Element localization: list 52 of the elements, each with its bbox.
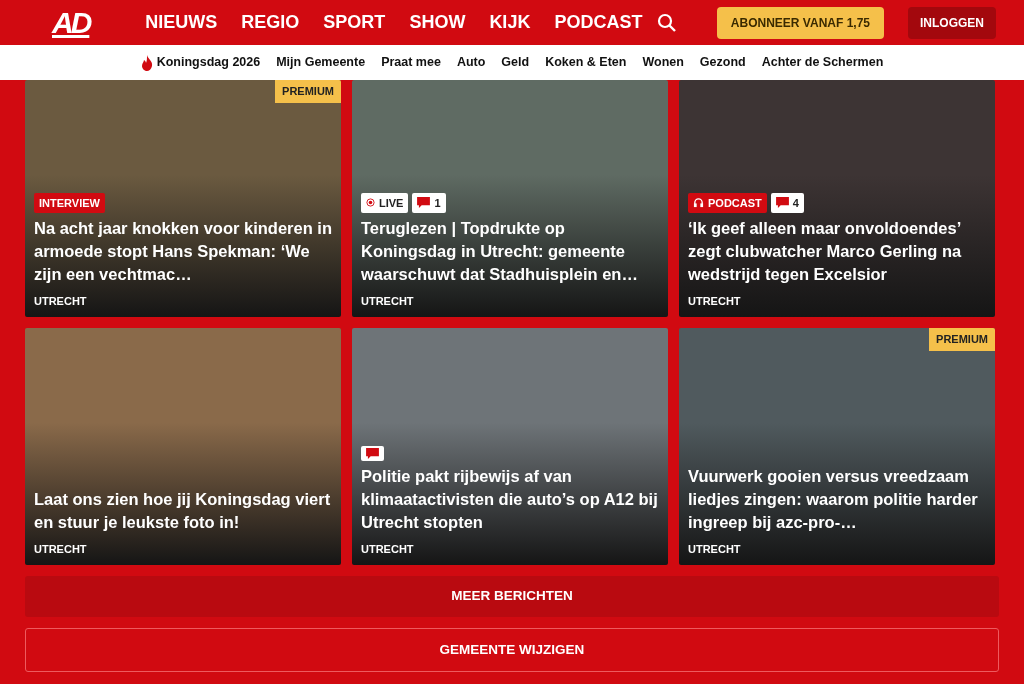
comment-count: 1 bbox=[434, 195, 441, 211]
article-location: UTRECHT bbox=[34, 293, 88, 309]
headphones-icon bbox=[693, 197, 704, 209]
subscribe-button[interactable]: ABONNEER VANAF 1,75 bbox=[716, 6, 884, 39]
comment-count: 4 bbox=[792, 195, 799, 211]
article-card[interactable]: Laat ons zien hoe jij Koningsdag viert en stuur je leukste foto in! UTRECHT bbox=[25, 328, 341, 565]
article-location: UTRECHT bbox=[688, 293, 742, 309]
subnav-link[interactable]: Wonen bbox=[642, 53, 684, 72]
subnav-link[interactable]: Gezond bbox=[699, 53, 746, 72]
premium-label: PREMIUM bbox=[275, 80, 341, 103]
nav-link[interactable]: PODCAST bbox=[554, 9, 643, 36]
subnav-link[interactable]: Koningsdag 2026 bbox=[156, 53, 261, 72]
article-card[interactable]: PREMIUM INTERVIEW Na acht jaar knokken voor kinderen in armoede stopt Hans Spekman: ‘We zijn een vechtmac… UTRECHT bbox=[25, 80, 341, 317]
article-title[interactable]: Teruglezen | Topdrukte op Koningsdag in Utrecht: gemeente waarschuwt dat Stadhuisplein en… bbox=[361, 217, 659, 287]
flame-icon bbox=[140, 54, 153, 71]
article-title[interactable]: Laat ons zien hoe jij Koningsdag viert en stuur je leukste foto in! bbox=[34, 488, 332, 535]
search-icon bbox=[656, 13, 677, 34]
nav-link[interactable]: NIEUWS bbox=[145, 9, 218, 36]
subnav-link[interactable]: Auto bbox=[456, 53, 486, 72]
speech-bubble-icon bbox=[366, 448, 379, 460]
logo[interactable]: AD bbox=[52, 7, 90, 38]
login-button[interactable]: INLOGGEN bbox=[908, 6, 996, 39]
nav-link[interactable]: KIJK bbox=[489, 9, 531, 36]
article-card[interactable]: PREMIUM Vuurwerk gooien versus vreedzaam liedjes zingen: waarom politie harder ingreep bij azc-pro-… UTRECHT bbox=[679, 328, 995, 565]
article-card[interactable]: LIVE 1 Teruglezen | Topdrukte op Koningsdag in Utrecht: gemeente waarschuwt dat Stadhuisplein en… UTRECHT bbox=[352, 80, 668, 317]
article-card[interactable]: PODCAST 4 ‘Ik geef alleen maar onvoldoendes’ zegt clubwatcher Marco Gerling na wedstrijd tegen Excelsior UTRECHT bbox=[679, 80, 995, 317]
article-tag: LIVE bbox=[361, 192, 409, 214]
article-title[interactable]: Na acht jaar knokken voor kinderen in armoede stopt Hans Spekman: ‘We zijn een vechtmac… bbox=[34, 217, 332, 287]
article-tag: PODCAST bbox=[688, 192, 767, 214]
article-title[interactable]: ‘Ik geef alleen maar onvoldoendes’ zegt clubwatcher Marco Gerling na wedstrijd tegen Excelsior bbox=[688, 217, 986, 287]
article-tag: INTERVIEW bbox=[34, 192, 105, 214]
change-municipality-button[interactable]: GEMEENTE WIJZIGEN bbox=[25, 628, 999, 672]
premium-label: PREMIUM bbox=[929, 328, 995, 351]
nav-link[interactable]: SHOW bbox=[409, 9, 466, 36]
speech-bubble-icon bbox=[775, 197, 789, 209]
article-location: UTRECHT bbox=[361, 541, 415, 557]
nav-link[interactable]: SPORT bbox=[323, 9, 386, 36]
subnav-link[interactable]: Praat mee bbox=[381, 53, 441, 72]
speech-bubble-icon bbox=[417, 197, 431, 209]
article-title[interactable]: Politie pakt rijbewijs af van klimaatactivisten die auto’s op A12 bij Utrecht stopten bbox=[361, 465, 659, 535]
nav-link[interactable]: REGIO bbox=[241, 9, 300, 36]
article-location: UTRECHT bbox=[361, 293, 415, 309]
more-button[interactable]: MEER BERICHTEN bbox=[25, 576, 999, 617]
subnav-link[interactable]: Geld bbox=[501, 53, 530, 72]
article-title[interactable]: Vuurwerk gooien versus vreedzaam liedjes zingen: waarom politie harder ingreep bij azc-pro-… bbox=[688, 465, 986, 535]
article-card[interactable]: Politie pakt rijbewijs af van klimaatactivisten die auto’s op A12 bij Utrecht stopten UTRECHT bbox=[352, 328, 668, 565]
article-location: UTRECHT bbox=[688, 541, 742, 557]
subnav-link[interactable]: Achter de Schermen bbox=[761, 53, 884, 72]
subnav-link[interactable]: Koken & Eten bbox=[545, 53, 627, 72]
subnav-link[interactable]: Mijn Gemeente bbox=[276, 53, 366, 72]
article-location: UTRECHT bbox=[34, 541, 88, 557]
live-dot-icon bbox=[366, 198, 375, 208]
